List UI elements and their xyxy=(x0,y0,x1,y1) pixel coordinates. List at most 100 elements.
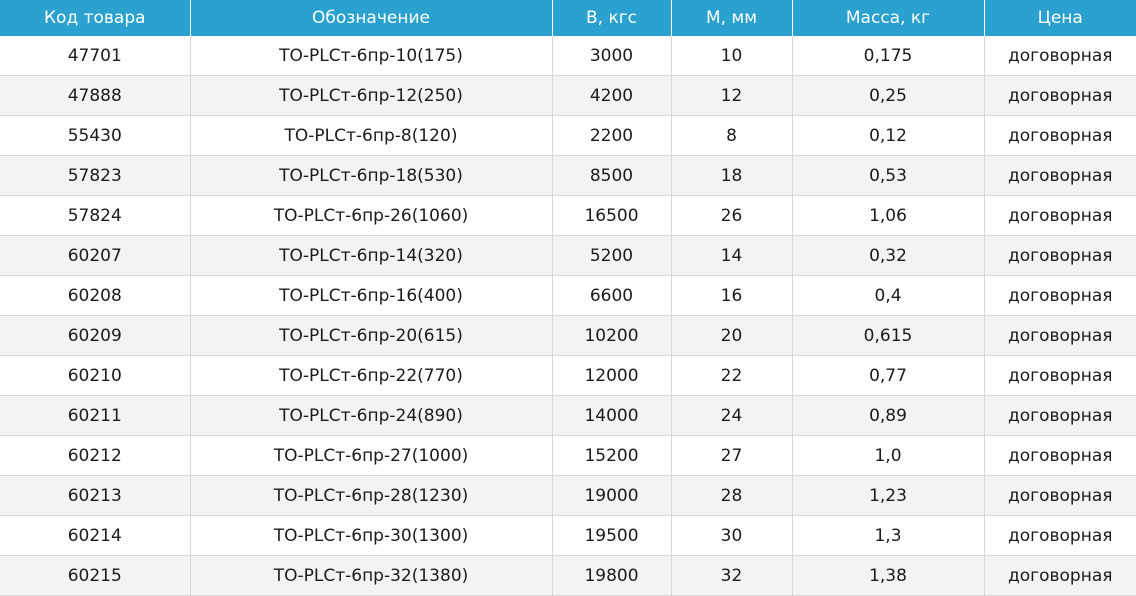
cell-load-kgf: 4200 xyxy=(552,75,672,116)
cell-mass-kg: 0,615 xyxy=(792,315,985,356)
cell-price: договорная xyxy=(984,275,1136,316)
cell-thread-mm: 30 xyxy=(671,515,793,556)
cell-price: договорная xyxy=(984,75,1136,116)
cell-mass-kg: 1,23 xyxy=(792,475,985,516)
cell-designation: ТО-PLCт-6пр-26(1060) xyxy=(190,195,553,236)
cell-load-kgf: 15200 xyxy=(552,435,672,476)
cell-thread-mm: 8 xyxy=(671,115,793,156)
cell-product-code: 60207 xyxy=(0,235,191,276)
cell-thread-mm: 14 xyxy=(671,235,793,276)
cell-load-kgf: 16500 xyxy=(552,195,672,236)
table-body: 47701 ТО-PLCт-6пр-10(175) 3000 10 0,175 догов… xyxy=(0,36,1136,596)
cell-load-kgf: 14000 xyxy=(552,395,672,436)
table-row: 55430 ТО-PLCт-6пр-8(120) 2200 8 0,12 договорн… xyxy=(0,115,1136,156)
cell-product-code: 60213 xyxy=(0,475,191,516)
cell-price: договорная xyxy=(984,395,1136,436)
cell-load-kgf: 8500 xyxy=(552,155,672,196)
cell-load-kgf: 10200 xyxy=(552,315,672,356)
cell-designation: ТО-PLCт-6пр-16(400) xyxy=(190,275,553,316)
cell-load-kgf: 19000 xyxy=(552,475,672,516)
header-product-code: Код товара xyxy=(0,0,191,36)
cell-thread-mm: 26 xyxy=(671,195,793,236)
cell-price: договорная xyxy=(984,435,1136,476)
table-row: 60211 ТО-PLCт-6пр-24(890) 14000 24 0,89 догов… xyxy=(0,395,1136,436)
cell-mass-kg: 0,25 xyxy=(792,75,985,116)
table-row: 60214 ТО-PLCт-6пр-30(1300) 19500 30 1,3 догов… xyxy=(0,515,1136,556)
cell-mass-kg: 1,06 xyxy=(792,195,985,236)
cell-thread-mm: 32 xyxy=(671,555,793,596)
table-row: 60210 ТО-PLCт-6пр-22(770) 12000 22 0,77 догов… xyxy=(0,355,1136,396)
cell-price: договорная xyxy=(984,195,1136,236)
cell-mass-kg: 1,38 xyxy=(792,555,985,596)
cell-product-code: 57823 xyxy=(0,155,191,196)
cell-designation: ТО-PLCт-6пр-32(1380) xyxy=(190,555,553,596)
table-row: 57824 ТО-PLCт-6пр-26(1060) 16500 26 1,06 дого… xyxy=(0,195,1136,236)
header-price: Цена xyxy=(984,0,1136,36)
cell-load-kgf: 19800 xyxy=(552,555,672,596)
cell-price: договорная xyxy=(984,555,1136,596)
header-thread-mm: M, мм xyxy=(671,0,793,36)
table-row: 47701 ТО-PLCт-6пр-10(175) 3000 10 0,175 догов… xyxy=(0,36,1136,76)
cell-product-code: 60209 xyxy=(0,315,191,356)
cell-designation: ТО-PLCт-6пр-20(615) xyxy=(190,315,553,356)
table-row: 57823 ТО-PLCт-6пр-18(530) 8500 18 0,53 догово… xyxy=(0,155,1136,196)
cell-product-code: 55430 xyxy=(0,115,191,156)
cell-thread-mm: 28 xyxy=(671,475,793,516)
cell-product-code: 47888 xyxy=(0,75,191,116)
cell-price: договорная xyxy=(984,235,1136,276)
header-row: Код товара Обозначение B, кгс M, мм Масс… xyxy=(0,0,1136,36)
cell-designation: ТО-PLCт-6пр-12(250) xyxy=(190,75,553,116)
cell-designation: ТО-PLCт-6пр-30(1300) xyxy=(190,515,553,556)
cell-product-code: 60208 xyxy=(0,275,191,316)
cell-mass-kg: 0,4 xyxy=(792,275,985,316)
product-table: Код товара Обозначение B, кгс M, мм Масс… xyxy=(0,0,1136,596)
cell-mass-kg: 0,32 xyxy=(792,235,985,276)
cell-load-kgf: 12000 xyxy=(552,355,672,396)
cell-designation: ТО-PLCт-6пр-10(175) xyxy=(190,36,553,76)
cell-thread-mm: 12 xyxy=(671,75,793,116)
cell-mass-kg: 1,0 xyxy=(792,435,985,476)
table-row: 60215 ТО-PLCт-6пр-32(1380) 19800 32 1,38 дого… xyxy=(0,555,1136,596)
cell-load-kgf: 3000 xyxy=(552,36,672,76)
cell-price: договорная xyxy=(984,115,1136,156)
cell-price: договорная xyxy=(984,315,1136,356)
cell-designation: ТО-PLCт-6пр-27(1000) xyxy=(190,435,553,476)
cell-price: договорная xyxy=(984,515,1136,556)
cell-price: договорная xyxy=(984,36,1136,76)
cell-mass-kg: 1,3 xyxy=(792,515,985,556)
cell-thread-mm: 24 xyxy=(671,395,793,436)
cell-thread-mm: 22 xyxy=(671,355,793,396)
header-mass-kg: Масса, кг xyxy=(792,0,985,36)
table-row: 60208 ТО-PLCт-6пр-16(400) 6600 16 0,4 договор… xyxy=(0,275,1136,316)
cell-thread-mm: 16 xyxy=(671,275,793,316)
table-header: Код товара Обозначение B, кгс M, мм Масс… xyxy=(0,0,1136,36)
table-row: 60207 ТО-PLCт-6пр-14(320) 5200 14 0,32 догово… xyxy=(0,235,1136,276)
cell-price: договорная xyxy=(984,355,1136,396)
cell-mass-kg: 0,53 xyxy=(792,155,985,196)
table-row: 60213 ТО-PLCт-6пр-28(1230) 19000 28 1,23 дого… xyxy=(0,475,1136,516)
cell-product-code: 60214 xyxy=(0,515,191,556)
table-row: 47888 ТО-PLCт-6пр-12(250) 4200 12 0,25 догово… xyxy=(0,75,1136,116)
cell-designation: ТО-PLCт-6пр-24(890) xyxy=(190,395,553,436)
cell-thread-mm: 27 xyxy=(671,435,793,476)
cell-product-code: 47701 xyxy=(0,36,191,76)
cell-thread-mm: 20 xyxy=(671,315,793,356)
header-designation: Обозначение xyxy=(190,0,553,36)
cell-load-kgf: 2200 xyxy=(552,115,672,156)
cell-price: договорная xyxy=(984,475,1136,516)
cell-load-kgf: 19500 xyxy=(552,515,672,556)
cell-product-code: 57824 xyxy=(0,195,191,236)
table-row: 60209 ТО-PLCт-6пр-20(615) 10200 20 0,615 дого… xyxy=(0,315,1136,356)
table-row: 60212 ТО-PLCт-6пр-27(1000) 15200 27 1,0 догов… xyxy=(0,435,1136,476)
cell-designation: ТО-PLCт-6пр-14(320) xyxy=(190,235,553,276)
cell-thread-mm: 10 xyxy=(671,36,793,76)
cell-price: договорная xyxy=(984,155,1136,196)
cell-mass-kg: 0,175 xyxy=(792,36,985,76)
cell-product-code: 60212 xyxy=(0,435,191,476)
cell-designation: ТО-PLCт-6пр-18(530) xyxy=(190,155,553,196)
cell-mass-kg: 0,89 xyxy=(792,395,985,436)
cell-designation: ТО-PLCт-6пр-28(1230) xyxy=(190,475,553,516)
cell-load-kgf: 5200 xyxy=(552,235,672,276)
cell-mass-kg: 0,12 xyxy=(792,115,985,156)
cell-thread-mm: 18 xyxy=(671,155,793,196)
